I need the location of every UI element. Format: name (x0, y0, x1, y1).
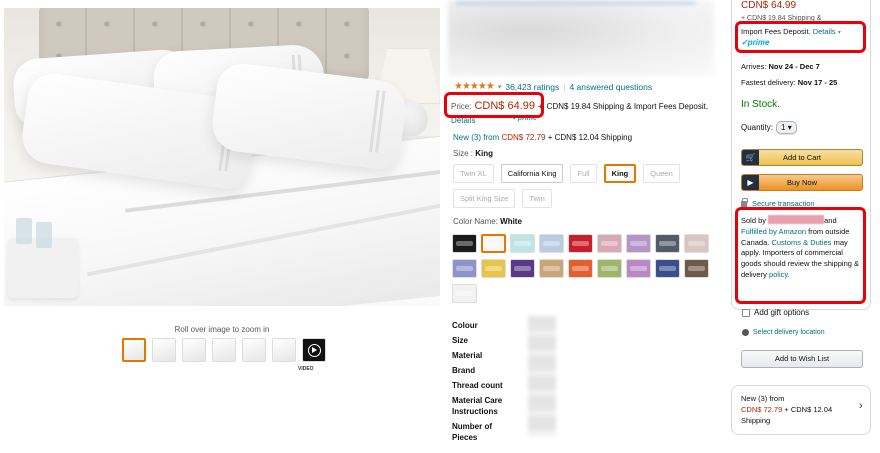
color-swatch[interactable] (626, 234, 651, 253)
color-swatch[interactable] (568, 259, 593, 278)
color-swatch[interactable] (510, 259, 535, 278)
main-product-image[interactable] (4, 8, 440, 306)
size-label: Size : King (453, 149, 494, 158)
spec-label: Size (452, 336, 469, 345)
size-option[interactable]: Full (570, 164, 597, 183)
spec-label: Thread count (452, 381, 503, 390)
stock-status: In Stock. (741, 99, 780, 110)
color-swatch[interactable] (452, 234, 477, 253)
color-swatch[interactable] (539, 234, 564, 253)
rating-row: ★★★★★ ▾ 36,423 ratings | 4 answered ques… (454, 81, 653, 92)
spec-label: Material Care Instructions (452, 396, 503, 416)
color-swatch[interactable] (597, 259, 622, 278)
spec-label: Colour (452, 321, 478, 330)
quantity-row: Quantity: 1 ▾ (741, 121, 797, 134)
blurred-product-title (448, 0, 714, 76)
size-option[interactable]: Twin XL (453, 164, 494, 183)
ratings-count-link[interactable]: 36,423 ratings (505, 82, 559, 92)
color-swatch[interactable] (568, 234, 593, 253)
color-swatch[interactable] (597, 234, 622, 253)
color-swatch[interactable] (481, 259, 506, 278)
color-swatch[interactable] (626, 259, 651, 278)
zoom-hint: Roll over image to zoom in (174, 325, 270, 334)
arrival-date: Arrives: Nov 24 - Dec 7 (741, 62, 820, 71)
color-swatch-grid (452, 234, 714, 303)
spec-label: Number of Pieces (452, 422, 492, 442)
spec-label: Material (452, 351, 483, 360)
location-pin-icon (742, 329, 749, 336)
size-selector: Twin XL California King Full King Queen … (453, 164, 715, 208)
color-swatch[interactable] (510, 234, 535, 253)
cart-icon: 🛒 (742, 150, 759, 165)
thumbnail-bed-front[interactable] (122, 338, 146, 362)
thumbnail-pillows[interactable] (272, 338, 296, 362)
chevron-down-icon[interactable]: ▾ (498, 83, 502, 91)
thumbnail-strip (122, 338, 326, 362)
add-to-cart-button[interactable]: 🛒 Add to Cart (741, 149, 863, 166)
video-label: VIDEO (298, 366, 314, 372)
color-label: Color Name: White (453, 217, 522, 226)
size-option-selected[interactable]: King (603, 164, 637, 183)
select-delivery-location-link[interactable]: Select delivery location (742, 329, 825, 336)
thumbnail-sheet-fold[interactable] (182, 338, 206, 362)
color-swatch[interactable] (655, 234, 680, 253)
buy-now-button[interactable]: ▶ Buy Now (741, 174, 863, 191)
highlight-import-box (735, 21, 866, 53)
gift-options[interactable]: Add gift options (742, 308, 809, 317)
thumbnail-bed-side[interactable] (242, 338, 266, 362)
thumbnail-hand-fabric[interactable] (212, 338, 236, 362)
size-option[interactable]: Twin (522, 189, 552, 208)
gift-checkbox[interactable] (742, 308, 750, 317)
chevron-right-icon[interactable]: › (859, 400, 863, 412)
play-icon (307, 343, 321, 357)
new-offers-link[interactable]: New (3) from CDN$ 72.79 + CDN$ 12.04 Shi… (453, 133, 632, 142)
chevron-down-icon: ▾ (787, 123, 792, 132)
highlight-seller-box (735, 207, 866, 304)
spec-label: Brand (452, 366, 476, 375)
color-swatch-selected[interactable] (481, 234, 506, 253)
blurred-spec-values (528, 316, 556, 436)
play-icon: ▶ (742, 175, 759, 190)
color-swatch[interactable] (539, 259, 564, 278)
thumbnail-video[interactable] (302, 338, 326, 362)
buybox-price: CDN$ 64.99 (741, 0, 797, 11)
size-option[interactable]: California King (500, 164, 564, 183)
size-option[interactable]: Queen (643, 164, 680, 183)
color-swatch[interactable] (684, 234, 709, 253)
quantity-label: Quantity: (741, 123, 774, 132)
answered-questions-link[interactable]: 4 answered questions (569, 82, 652, 92)
color-swatch[interactable] (452, 284, 477, 303)
color-swatch[interactable] (452, 259, 477, 278)
quantity-select[interactable]: 1 ▾ (776, 121, 797, 134)
shipping-import-fees: CDN$ 19.84 Shipping & Import Fees Deposi… (546, 101, 709, 111)
color-swatch[interactable] (655, 259, 680, 278)
star-rating-icon[interactable]: ★★★★★ (454, 81, 495, 92)
highlight-price-box (444, 92, 544, 118)
other-sellers-text[interactable]: New (3) from CDN$ 72.79 + CDN$ 12.04 Shi… (741, 393, 849, 426)
fastest-delivery: Fastest delivery: Nov 17 - 25 (741, 78, 838, 87)
add-to-wishlist-button[interactable]: Add to Wish List (741, 350, 863, 368)
color-swatch[interactable] (684, 259, 709, 278)
size-option[interactable]: Split King Size (453, 189, 516, 208)
thumbnail-bed-detail[interactable] (152, 338, 176, 362)
